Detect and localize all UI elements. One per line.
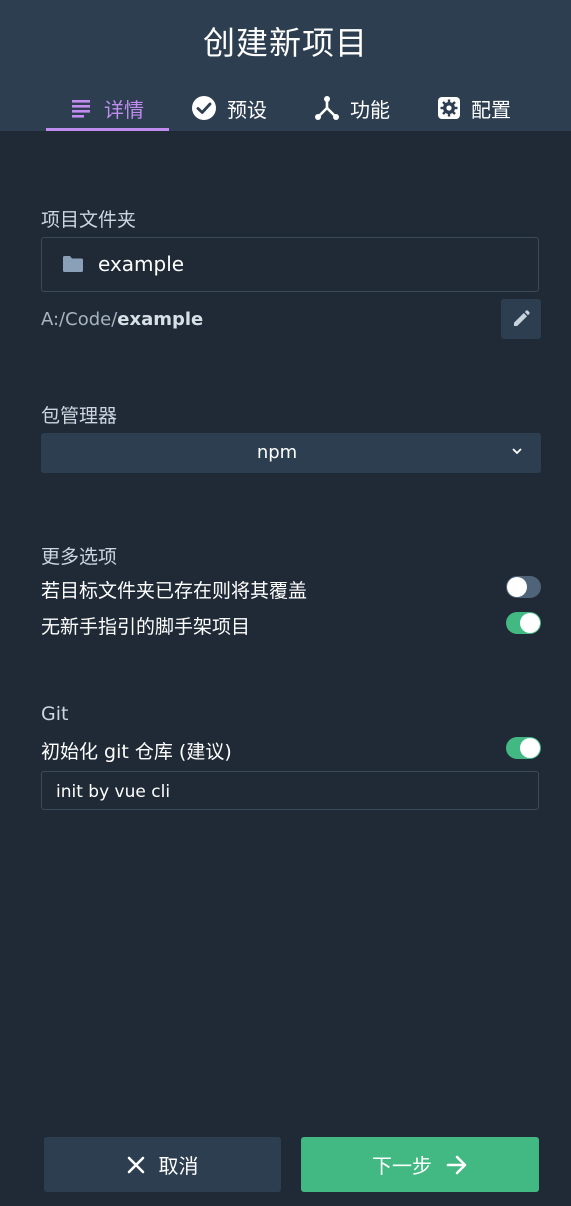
tab-presets[interactable]: 预设 (191, 88, 267, 128)
folder-field[interactable]: example (41, 237, 539, 292)
package-manager-label: 包管理器 (41, 405, 118, 427)
tab-config[interactable]: 配置 (437, 88, 511, 128)
edit-path-button[interactable] (501, 299, 541, 339)
folder-path: A:/Code/example (41, 309, 203, 330)
fork-icon (315, 96, 339, 120)
tab-label: 预设 (227, 97, 267, 122)
page-title: 创建新项目 (202, 24, 368, 62)
package-manager-select[interactable]: npm (41, 433, 541, 473)
pencil-icon (514, 310, 530, 326)
arrow-right-icon (446, 1155, 467, 1174)
next-label: 下一步 (372, 1154, 432, 1178)
folder-path-prefix: A:/Code/ (41, 309, 118, 330)
cancel-label: 取消 (158, 1154, 199, 1178)
force-overwrite-toggle[interactable] (506, 576, 541, 598)
toggle-knob (520, 738, 540, 758)
check-circle-icon (192, 96, 216, 120)
active-tab-indicator (46, 128, 169, 131)
more-options-label: 更多选项 (41, 546, 118, 568)
force-overwrite-label: 若目标文件夹已存在则将其覆盖 (41, 580, 308, 602)
bare-scaffold-label: 无新手指引的脚手架项目 (41, 616, 251, 638)
header: 创建新项目 详情 预设 功能 配置 (0, 0, 571, 131)
bare-scaffold-toggle[interactable] (506, 612, 541, 634)
tab-label: 详情 (104, 97, 144, 122)
tab-label: 配置 (471, 97, 511, 122)
folder-name-value: example (98, 252, 185, 276)
cancel-button[interactable]: 取消 (44, 1137, 281, 1192)
folder-icon (63, 256, 83, 272)
folder-path-name: example (117, 309, 204, 330)
next-button[interactable]: 下一步 (301, 1137, 539, 1192)
details-list-icon (72, 100, 90, 118)
tab-label: 功能 (350, 97, 390, 122)
git-init-label: 初始化 git 仓库 (建议) (41, 741, 232, 763)
toggle-knob (507, 577, 527, 597)
git-init-toggle[interactable] (506, 737, 541, 759)
gear-icon (438, 97, 460, 119)
folder-label: 项目文件夹 (41, 209, 137, 231)
git-label: Git (41, 703, 69, 725)
close-icon (127, 1156, 144, 1173)
commit-message-field (41, 771, 539, 811)
toggle-knob (520, 613, 540, 633)
tab-features[interactable]: 功能 (314, 88, 390, 128)
package-manager-value: npm (256, 442, 298, 463)
commit-message-input[interactable] (54, 772, 528, 811)
tab-details[interactable]: 详情 (70, 88, 144, 128)
chevron-down-icon (512, 448, 522, 455)
